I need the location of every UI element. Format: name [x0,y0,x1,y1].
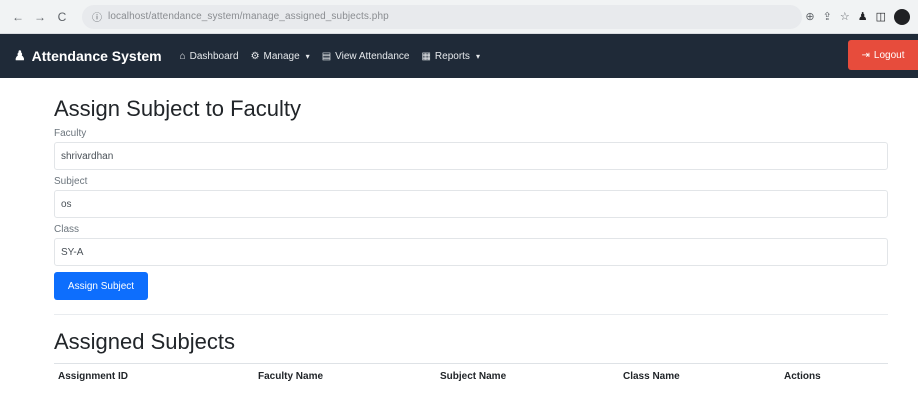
faculty-select[interactable]: shrivardhan [54,142,888,170]
nav-item-reports[interactable]: ▦ Reports ▾ [421,51,479,62]
brand[interactable]: ♟ Attendance System [14,48,162,64]
address-url[interactable]: localhost/attendance_system/manage_assig… [108,11,389,22]
nav-item-label: Dashboard [189,50,239,62]
nav-item-label: View Attendance [335,50,410,62]
cogs-icon: ⚙ [250,50,260,62]
subject-select[interactable]: os [54,190,888,218]
address-bar[interactable]: ⓘ localhost/attendance_system/manage_ass… [82,4,802,29]
logout-label: Logout [873,49,905,61]
navbar: ♟ Attendance System ⌂ Dashboard ⚙ Manage… [0,34,918,78]
nav-item-label: Manage [263,50,300,62]
faculty-value: shrivardhan [61,150,114,162]
class-label: Class [54,224,80,235]
user-tie-icon: ♟ [14,48,26,63]
assigned-subjects-title: Assigned Subjects [54,329,235,354]
browser-nav-buttons: ← → C [10,9,70,25]
nav-items: ⌂ Dashboard ⚙ Manage ▾ ▤ View Attendance… [180,51,480,62]
reload-icon[interactable]: C [54,9,70,25]
column-header: Actions [784,371,821,382]
zoom-icon[interactable]: ⊕ [805,10,814,23]
bookmark-star-icon[interactable]: ☆ [840,10,850,23]
forward-icon[interactable]: → [32,9,48,25]
browser-actions: ⊕ ⇪ ☆ ♟ ◫ [805,8,910,25]
subject-value: os [61,198,72,210]
nav-item-dashboard[interactable]: ⌂ Dashboard [180,51,239,62]
brand-label: Attendance System [31,48,162,64]
nav-item-manage[interactable]: ⚙ Manage ▾ [251,51,310,62]
divider [54,314,888,315]
extensions-icon[interactable]: ♟ [858,10,868,23]
back-icon[interactable]: ← [10,9,26,25]
caret-down-icon: ▾ [305,51,310,61]
column-header: Class Name [623,371,680,382]
site-info-icon[interactable]: ⓘ [92,9,102,24]
column-header: Faculty Name [258,371,324,382]
home-icon: ⌂ [179,50,186,62]
chart-icon: ▦ [421,50,431,62]
clipboard-icon: ▤ [321,50,332,62]
tab-search-icon[interactable]: ◫ [876,10,886,23]
column-header: Assignment ID [58,371,129,382]
table-header: Assignment ID Faculty Name Subject Name … [54,363,888,389]
subject-label: Subject [54,176,88,187]
share-icon[interactable]: ⇪ [823,10,832,23]
class-value: SY-A [61,246,84,258]
browser-toolbar: ← → C ⓘ localhost/attendance_system/mana… [0,0,918,34]
nav-item-label: Reports [434,50,470,62]
class-select[interactable]: SY-A [54,238,888,266]
profile-avatar[interactable] [894,8,910,25]
assign-subject-button[interactable]: Assign Subject [54,272,148,300]
main-content: Assign Subject to Faculty Faculty shriva… [54,96,888,389]
logout-button[interactable]: ⇥ Logout [848,40,918,70]
nav-item-view-attendance[interactable]: ▤ View Attendance [322,51,410,62]
faculty-label: Faculty [54,128,87,139]
sign-out-icon: ⇥ [861,49,870,61]
caret-down-icon: ▾ [475,51,480,61]
column-header: Subject Name [440,371,507,382]
page-title: Assign Subject to Faculty [54,96,302,121]
